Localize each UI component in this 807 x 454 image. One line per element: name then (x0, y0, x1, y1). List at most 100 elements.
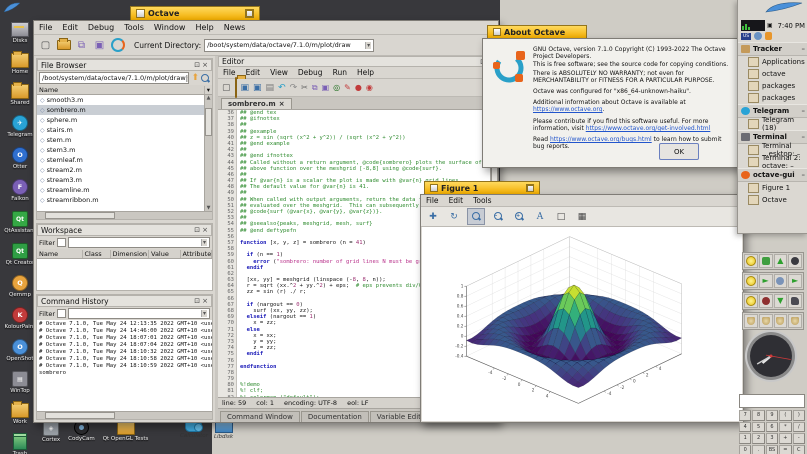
calc-key-/[interactable]: / (793, 422, 805, 433)
filter-checkbox[interactable] (57, 309, 66, 318)
file-row[interactable]: ◇stemleaf.m (37, 155, 204, 165)
close-icon[interactable] (493, 28, 501, 36)
column-class[interactable]: Class (83, 250, 111, 258)
folder-up-icon[interactable]: ⬆ (191, 73, 199, 83)
launchbox-button[interactable] (744, 294, 758, 308)
editor-file-tab[interactable]: sombrero.m × (221, 98, 292, 109)
file-list-scrollbar[interactable]: ▲▼ (204, 95, 212, 211)
file-row[interactable]: ◇stem.m (37, 135, 204, 145)
menu-tools[interactable]: Tools (119, 22, 149, 33)
octave-logo-icon[interactable] (110, 38, 125, 53)
calc-key-=[interactable]: = (779, 445, 791, 454)
command-history-titlebar[interactable]: Command History ⊡× (37, 295, 212, 307)
rotate-icon[interactable]: ↻ (446, 209, 462, 224)
axes-icon[interactable]: □ (553, 209, 569, 224)
collapse-icon[interactable]: – (802, 45, 806, 53)
file-row[interactable]: ◇stem3.m (37, 145, 204, 155)
column-value[interactable]: Value (149, 250, 181, 258)
zoom-in-icon[interactable]: + (511, 209, 527, 224)
deskbar-window-item[interactable]: Telegram (18) (738, 118, 807, 130)
desktop-icon-qt-opengl-tests[interactable]: Qt OpenGL Tests (103, 420, 149, 442)
print-icon[interactable]: ▤ (266, 83, 275, 93)
link[interactable]: https://www.octave.org (533, 106, 603, 113)
menu-debug[interactable]: Debug (293, 67, 328, 78)
undo-icon[interactable]: ↶ (278, 83, 286, 93)
link[interactable]: https://www.octave.org/get-involved.html (586, 125, 711, 132)
history-entry[interactable]: # Octave 7.1.0, Tue May 24 18:07:04 2022… (39, 342, 210, 349)
column-dimension[interactable]: Dimension (111, 250, 150, 258)
launchbox-button[interactable] (788, 294, 802, 308)
about-window-tab[interactable]: About Octave (487, 25, 587, 38)
calculator-display[interactable] (739, 394, 805, 408)
copy-icon[interactable]: ⧉ (74, 38, 89, 53)
redo-icon[interactable]: ↷ (290, 83, 298, 93)
launchbox-button[interactable]: ▲ (774, 254, 788, 268)
calc-key-9[interactable]: 9 (766, 410, 778, 421)
launchbox-button[interactable] (744, 314, 758, 328)
calc-key--[interactable]: - (793, 433, 805, 444)
history-entry[interactable]: # Octave 7.1.0, Tue May 24 18:10:32 2022… (39, 349, 210, 356)
column-name[interactable]: Name (37, 86, 205, 94)
grid-icon[interactable]: ▦ (574, 209, 590, 224)
open-icon[interactable] (235, 78, 237, 97)
marker-icon[interactable]: ✎ (344, 83, 351, 92)
file-list-hscrollbar[interactable] (37, 211, 212, 219)
undock-icon[interactable]: ⊡ (194, 297, 200, 305)
file-row[interactable]: ◇stairs.m (37, 125, 204, 135)
figure-canvas[interactable]: -4-2024-4-2024-0.4-0.200.20.40.60.81 (422, 227, 742, 421)
tab-close-icon[interactable]: × (279, 100, 285, 108)
desktop-icon-trash[interactable]: Trash (2, 434, 38, 454)
analog-clock[interactable] (743, 328, 799, 384)
launchbox-button[interactable]: ► (788, 274, 802, 288)
menu-edit[interactable]: Edit (444, 195, 469, 206)
desktop-icon-codycam[interactable]: CodyCam (68, 420, 95, 442)
calc-key-bs[interactable]: BS (766, 445, 778, 454)
calc-key-8[interactable]: 8 (752, 410, 764, 421)
file-row[interactable]: ◇sphere.m (37, 115, 204, 125)
save-icon[interactable]: ▣ (241, 83, 250, 93)
dock-tab-command-window[interactable]: Command Window (220, 411, 300, 422)
history-entry[interactable]: # Octave 7.1.0, Tue May 24 14:46:00 2022… (39, 328, 210, 335)
close-icon[interactable] (136, 9, 145, 18)
collapse-icon[interactable]: – (802, 171, 806, 179)
open-icon[interactable] (56, 38, 71, 53)
text-icon[interactable]: A (532, 209, 548, 224)
calc-key-*[interactable]: * (779, 422, 791, 433)
calc-key-3[interactable]: 3 (766, 433, 778, 444)
deskbar-window-item[interactable]: Figure 1 (738, 182, 807, 194)
file-row[interactable]: ◇sombrero.m (37, 105, 204, 115)
calc-key-0[interactable]: 0 (739, 445, 751, 454)
editor-titlebar[interactable]: Editor ⊡× (218, 56, 498, 67)
history-filter-combo[interactable]: ▾ (68, 308, 210, 319)
deskbar-window-item[interactable]: Applications (738, 56, 807, 68)
calc-key-7[interactable]: 7 (739, 410, 751, 421)
zoom-icon[interactable] (245, 9, 254, 18)
tray-icon[interactable]: ▣ (767, 22, 773, 29)
deskbar-window-item[interactable]: packages (738, 80, 807, 92)
deskbar-window-item[interactable]: packages (738, 92, 807, 104)
column-attribute[interactable]: Attribute (181, 250, 213, 258)
file-row[interactable]: ◇stream2.m (37, 165, 204, 175)
file-browser-path-combo[interactable]: /boot/system/data/octave/7.1.0/m/plot/dr… (39, 72, 189, 84)
collapse-icon[interactable]: – (802, 107, 806, 115)
paste-icon[interactable]: ▣ (92, 38, 107, 53)
calc-key-([interactable]: ( (779, 410, 791, 421)
globe-icon[interactable] (754, 32, 762, 40)
calc-key-.[interactable]: . (752, 445, 764, 454)
octave-window-tab[interactable]: Octave (130, 6, 260, 20)
launchbox-button[interactable] (774, 274, 788, 288)
zoom-select-icon[interactable] (467, 208, 485, 225)
sort-icon[interactable]: ▾ (205, 86, 212, 94)
haiku-leaf-icon[interactable] (3, 2, 21, 14)
history-entry[interactable]: # Octave 7.1.0, Tue May 24 18:07:01 2022… (39, 335, 210, 342)
launchbox-button[interactable] (759, 314, 773, 328)
calc-key-1[interactable]: 1 (739, 433, 751, 444)
file-row[interactable]: ◇streamline.m (37, 185, 204, 195)
zoom-out-icon[interactable]: - (490, 209, 506, 224)
deskbar-window-item[interactable]: Octave (738, 194, 807, 206)
deskbar-app-tracker[interactable]: Tracker– (738, 42, 807, 56)
figure-window-tab[interactable]: Figure 1 (424, 181, 540, 194)
launchbox-button[interactable]: ▼ (774, 294, 788, 308)
calc-key-4[interactable]: 4 (739, 422, 751, 433)
history-hscrollbar[interactable] (37, 411, 212, 419)
